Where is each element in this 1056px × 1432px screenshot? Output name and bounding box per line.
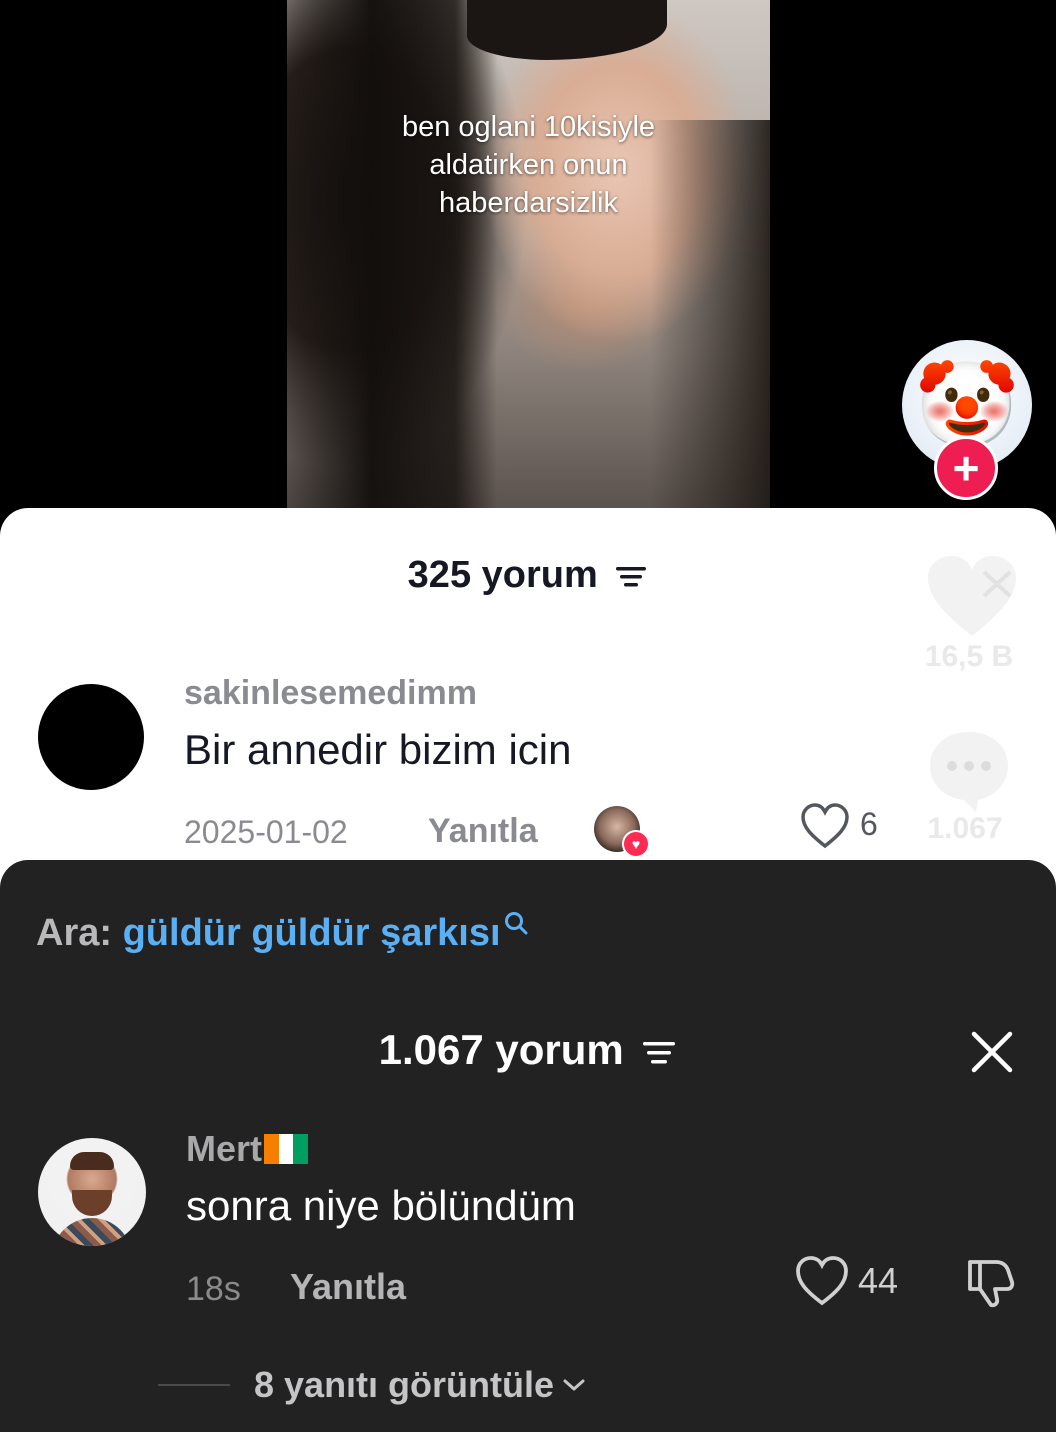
plus-icon: + bbox=[952, 442, 980, 494]
avatar[interactable] bbox=[38, 684, 144, 790]
comment-time: 18s bbox=[186, 1270, 241, 1308]
like-count: 44 bbox=[858, 1260, 899, 1301]
search-prefix: Ara: bbox=[36, 912, 113, 954]
comment-date: 2025-01-02 bbox=[184, 814, 348, 850]
comments-sheet-light: 325 yorum 16,5 B 1.067 sakinlesemedimm B… bbox=[0, 508, 1056, 908]
video-frame[interactable] bbox=[287, 0, 770, 510]
side-like-count: 16,5 B bbox=[924, 640, 1014, 673]
view-replies-label[interactable]: 8 yanıtı görüntüle bbox=[254, 1364, 554, 1406]
comments-header: 1.067 yorum bbox=[0, 1026, 1056, 1074]
chevron-down-icon bbox=[563, 1379, 585, 1391]
search-suggestion[interactable]: Ara: güldür güldür şarkısı bbox=[36, 912, 529, 955]
comment-icon bbox=[930, 732, 1008, 812]
caption-line-3: haberdarsizlik bbox=[439, 187, 618, 219]
ivory-coast-flag-icon bbox=[264, 1134, 309, 1164]
clown-avatar-icon: 🤡 bbox=[914, 358, 1020, 452]
heart-icon bbox=[928, 556, 1016, 636]
video-hair-left bbox=[287, 0, 497, 510]
video-caption: ben oglani 10kisiyle aldatirken onun hab… bbox=[287, 108, 770, 222]
reply-button[interactable]: Yanıtla bbox=[290, 1266, 406, 1308]
comment-username[interactable]: Mert bbox=[186, 1128, 262, 1170]
close-icon[interactable] bbox=[964, 1024, 1020, 1080]
search-term-link[interactable]: güldür güldür şarkısı bbox=[123, 912, 501, 954]
video-player[interactable]: ben oglani 10kisiyle aldatirken onun hab… bbox=[0, 0, 1056, 560]
video-fringe bbox=[467, 0, 667, 60]
filter-icon[interactable] bbox=[614, 564, 648, 590]
dislike-icon[interactable] bbox=[962, 1254, 1018, 1310]
caption-line-2: aldatirken onun bbox=[429, 149, 628, 181]
creator-liked-heart-icon: ♥ bbox=[622, 830, 650, 858]
filter-icon[interactable] bbox=[641, 1039, 677, 1067]
reply-button[interactable]: Yanıtla bbox=[428, 812, 538, 851]
avatar-beard bbox=[72, 1190, 112, 1216]
like-count: 6 bbox=[860, 806, 878, 842]
heart-icon[interactable] bbox=[800, 802, 850, 852]
comment-count: 1.067 yorum bbox=[378, 1026, 624, 1073]
comments-header: 325 yorum bbox=[0, 554, 1056, 597]
avatar-hair bbox=[70, 1152, 114, 1170]
avatar-body bbox=[52, 1218, 132, 1246]
view-replies-button[interactable]: 8 yanıtı görüntüle bbox=[254, 1364, 586, 1406]
caption-line-1: ben oglani 10kisiyle bbox=[401, 111, 656, 143]
follow-button[interactable]: + bbox=[934, 436, 998, 500]
avatar[interactable] bbox=[38, 1138, 146, 1246]
comment-username-row[interactable]: Mert bbox=[186, 1128, 309, 1170]
replies-divider bbox=[158, 1384, 230, 1386]
comment-count: 325 yorum bbox=[407, 554, 598, 596]
comment-username[interactable]: sakinlesemedimm bbox=[184, 674, 477, 713]
search-icon[interactable] bbox=[503, 910, 529, 936]
comment-text: Bir annedir bizim icin bbox=[184, 726, 572, 773]
comment-text: sonra niye bölündüm bbox=[186, 1182, 576, 1229]
heart-icon[interactable] bbox=[794, 1254, 850, 1310]
side-comment-count: 1.067 bbox=[927, 812, 1003, 845]
comments-sheet-dark: Ara: güldür güldür şarkısı 1.067 yorum M… bbox=[0, 860, 1056, 1432]
